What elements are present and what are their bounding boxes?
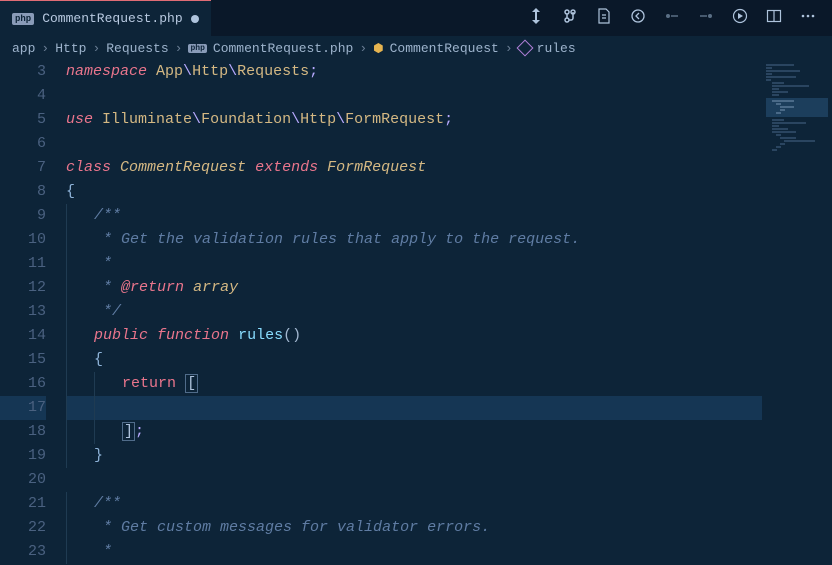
line-number: 23	[0, 540, 46, 564]
file-icon[interactable]	[596, 8, 612, 29]
code-line[interactable]: * Get the validation rules that apply to…	[66, 228, 832, 252]
tab-filename: CommentRequest.php	[42, 11, 182, 26]
editor-toolbar	[528, 8, 832, 29]
more-icon[interactable]	[800, 8, 816, 29]
code-line[interactable]: *	[66, 540, 832, 564]
code-line[interactable]	[66, 132, 832, 156]
chevron-icon: ›	[505, 41, 513, 56]
breadcrumb[interactable]: app › Http › Requests › php CommentReque…	[0, 36, 832, 60]
code-line[interactable]: namespace App\Http\Requests;	[66, 60, 832, 84]
line-number: 16	[0, 372, 46, 396]
run-icon[interactable]	[732, 8, 748, 29]
code-line[interactable]: {	[66, 180, 832, 204]
code-line[interactable]: public function rules()	[66, 324, 832, 348]
chevron-icon: ›	[41, 41, 49, 56]
php-icon: php	[12, 13, 34, 25]
chevron-icon: ›	[92, 41, 100, 56]
minimap[interactable]	[762, 60, 832, 565]
code-line[interactable]: {	[66, 348, 832, 372]
chevron-icon: ›	[359, 41, 367, 56]
previous-icon[interactable]	[664, 8, 680, 29]
line-number: 13	[0, 300, 46, 324]
code-line[interactable]: * Get custom messages for validator erro…	[66, 516, 832, 540]
dirty-indicator-icon	[191, 15, 199, 23]
split-editor-icon[interactable]	[766, 8, 782, 29]
line-number: 22	[0, 516, 46, 540]
line-number: 12	[0, 276, 46, 300]
line-number: 9	[0, 204, 46, 228]
code-line[interactable]: }	[66, 444, 832, 468]
code-line[interactable]: /**	[66, 492, 832, 516]
line-number: 11	[0, 252, 46, 276]
method-icon	[516, 40, 533, 57]
breadcrumb-item[interactable]: Http	[55, 41, 86, 56]
breadcrumb-item[interactable]: app	[12, 41, 35, 56]
code-line[interactable]	[66, 396, 832, 420]
code-line[interactable]	[66, 468, 832, 492]
code-line[interactable]: * @return array	[66, 276, 832, 300]
editor[interactable]: 34567891011121314151617181920212223 name…	[0, 60, 832, 565]
chevron-icon: ›	[175, 41, 183, 56]
code-line[interactable]	[66, 84, 832, 108]
next-icon[interactable]	[698, 8, 714, 29]
class-icon: ⬢	[373, 41, 383, 56]
code-area[interactable]: namespace App\Http\Requests; use Illumina…	[66, 60, 832, 565]
line-number: 8	[0, 180, 46, 204]
code-line[interactable]: /**	[66, 204, 832, 228]
line-number: 7	[0, 156, 46, 180]
line-number: 5	[0, 108, 46, 132]
php-icon: php	[188, 44, 206, 53]
code-line[interactable]: *	[66, 252, 832, 276]
code-line[interactable]: return [	[66, 372, 832, 396]
line-number: 14	[0, 324, 46, 348]
line-number: 3	[0, 60, 46, 84]
tab-active[interactable]: php CommentRequest.php	[0, 0, 211, 36]
line-number: 10	[0, 228, 46, 252]
compare-icon[interactable]	[528, 8, 544, 29]
line-number: 17	[0, 396, 46, 420]
line-gutter: 34567891011121314151617181920212223	[0, 60, 66, 565]
line-number: 21	[0, 492, 46, 516]
line-number: 6	[0, 132, 46, 156]
line-number: 4	[0, 84, 46, 108]
tab-bar: php CommentRequest.php	[0, 0, 832, 36]
code-line[interactable]: class CommentRequest extends FormRequest	[66, 156, 832, 180]
code-line[interactable]: */	[66, 300, 832, 324]
breadcrumb-item[interactable]: Requests	[106, 41, 168, 56]
circle-left-icon[interactable]	[630, 8, 646, 29]
breadcrumb-item[interactable]: CommentRequest	[390, 41, 499, 56]
line-number: 18	[0, 420, 46, 444]
line-number: 15	[0, 348, 46, 372]
breadcrumb-item[interactable]: CommentRequest.php	[213, 41, 353, 56]
line-number: 20	[0, 468, 46, 492]
code-line[interactable]: ];	[66, 420, 832, 444]
line-number: 19	[0, 444, 46, 468]
code-line[interactable]: use Illuminate\Foundation\Http\FormReque…	[66, 108, 832, 132]
breadcrumb-item[interactable]: rules	[537, 41, 576, 56]
source-control-icon[interactable]	[562, 8, 578, 29]
